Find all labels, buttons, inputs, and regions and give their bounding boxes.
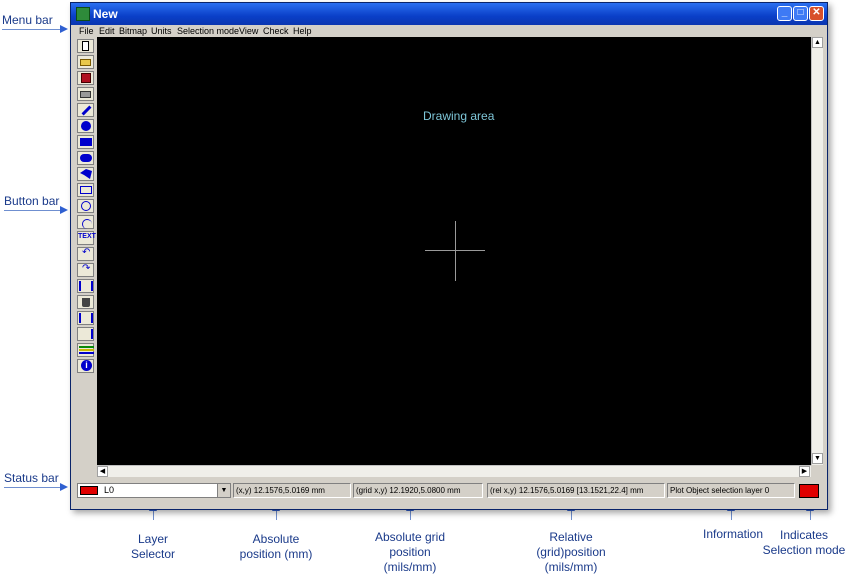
information-readout: Plot Object selection layer 0 [667, 483, 795, 498]
scroll-down-button[interactable]: ▼ [812, 453, 823, 464]
scroll-up-button[interactable]: ▲ [812, 37, 823, 48]
grid-position-readout: (grid x,y) 12.1920,5.0800 mm [353, 483, 483, 498]
annotation-status-bar-arrow [4, 483, 68, 491]
move-tool-button[interactable] [77, 279, 94, 293]
horizontal-scrollbar[interactable]: ◀ ▶ [97, 465, 811, 477]
menu-file[interactable]: File [79, 26, 94, 36]
arc-icon [82, 219, 92, 229]
print-button[interactable] [77, 87, 94, 101]
new-file-button[interactable] [77, 39, 94, 53]
filled-polygon-icon [80, 169, 92, 179]
annotation-status-bar: Status bar [4, 471, 59, 485]
scroll-right-button[interactable]: ▶ [799, 466, 810, 477]
app-icon [76, 7, 90, 21]
layers-button[interactable] [77, 343, 94, 357]
circle-tool-button[interactable] [77, 199, 94, 213]
crosshair-vertical [455, 221, 456, 281]
copy-tool-button[interactable] [77, 311, 94, 325]
filled-polygon-tool-button[interactable] [77, 167, 94, 181]
annotation-button-bar-arrow [4, 206, 68, 214]
printer-icon [80, 91, 91, 98]
rectangle-outline-icon [80, 186, 92, 194]
copy-icon [79, 313, 93, 323]
chevron-down-icon[interactable]: ▼ [217, 484, 230, 497]
menu-view[interactable]: View [239, 26, 258, 36]
absolute-position-readout: (x,y) 12.1576,5.0169 mm [233, 483, 351, 498]
open-folder-icon [80, 59, 91, 66]
circle-outline-icon [81, 201, 91, 211]
rectangle-tool-button[interactable] [77, 183, 94, 197]
menu-units[interactable]: Units [151, 26, 172, 36]
pencil-tool-button[interactable] [77, 103, 94, 117]
title-bar: New _ □ ✕ [71, 3, 827, 25]
scroll-left-button[interactable]: ◀ [97, 466, 108, 477]
undo-button[interactable]: ↶ [77, 247, 94, 261]
info-icon: i [81, 360, 92, 371]
flip-icon [81, 329, 93, 339]
filled-rounded-rect-tool-button[interactable] [77, 151, 94, 165]
status-bar: L0 ▼ (x,y) 12.1576,5.0169 mm (grid x,y) … [73, 480, 825, 506]
redo-icon: ↷ [82, 263, 91, 274]
save-disk-icon [81, 73, 91, 83]
open-folder-button[interactable] [77, 55, 94, 69]
filled-circle-icon [81, 121, 91, 131]
menu-edit[interactable]: Edit [99, 26, 115, 36]
drawing-area-label: Drawing area [423, 109, 495, 123]
delete-button[interactable] [77, 295, 94, 309]
drawing-area[interactable]: Drawing area [97, 37, 811, 465]
menu-bitmap[interactable]: Bitmap [119, 26, 147, 36]
menu-selection-mode[interactable]: Selection mode [177, 26, 239, 36]
layer-color-swatch [80, 486, 98, 495]
menu-check[interactable]: Check [263, 26, 289, 36]
minimize-button[interactable]: _ [777, 6, 792, 21]
window-title: New [93, 7, 118, 21]
new-file-icon [82, 41, 89, 51]
layer-name: L0 [104, 485, 115, 495]
redo-button[interactable]: ↷ [77, 263, 94, 277]
annotation-menu-bar: Menu bar [2, 13, 53, 27]
relative-position-readout: (rel x,y) 12.1576,5.0169 [13.1521,22.4] … [487, 483, 665, 498]
selection-mode-indicator[interactable] [799, 484, 819, 498]
pencil-icon [81, 105, 92, 116]
close-button[interactable]: ✕ [809, 6, 824, 21]
annotation-layer-selector: Layer Selector [130, 532, 176, 561]
filled-rectangle-icon [80, 138, 92, 146]
maximize-button[interactable]: □ [793, 6, 808, 21]
vertical-scrollbar[interactable]: ▲ ▼ [811, 37, 823, 465]
move-icon [79, 281, 93, 291]
annotation-selection-mode: Indicates Selection mode [762, 528, 846, 557]
flip-tool-button[interactable] [77, 327, 94, 341]
filled-rounded-rect-icon [80, 154, 92, 162]
menu-help[interactable]: Help [293, 26, 312, 36]
arc-tool-button[interactable] [77, 215, 94, 229]
text-tool-icon: TEXT [78, 233, 96, 240]
info-button[interactable]: i [77, 359, 94, 373]
undo-icon: ↶ [82, 247, 91, 258]
annotation-button-bar: Button bar [4, 194, 60, 208]
filled-circle-tool-button[interactable] [77, 119, 94, 133]
annotation-absolute-position: Absolute position (mm) [239, 532, 313, 561]
annotation-relative-position: Relative (grid)position (mils/mm) [536, 530, 606, 574]
annotation-menu-bar-arrow [2, 25, 68, 33]
layer-selector[interactable]: L0 ▼ [77, 483, 231, 498]
annotation-absolute-grid-position: Absolute grid position (mils/mm) [374, 530, 446, 574]
layers-icon [79, 346, 94, 354]
app-window: New _ □ ✕ File Edit Bitmap Units Selecti… [70, 2, 828, 510]
filled-rectangle-tool-button[interactable] [77, 135, 94, 149]
text-tool-button[interactable]: TEXT [77, 231, 96, 245]
save-button[interactable] [77, 71, 94, 85]
trash-icon [82, 298, 90, 307]
